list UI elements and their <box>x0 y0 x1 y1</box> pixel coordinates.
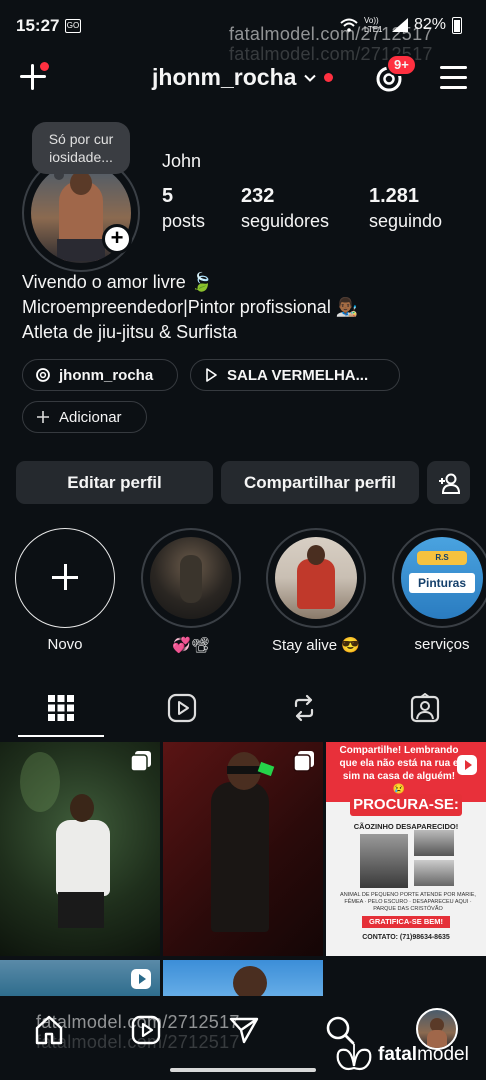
post-thumbnail[interactable] <box>0 960 160 1000</box>
poster-photo <box>414 860 454 886</box>
post-thumbnail[interactable] <box>163 742 323 956</box>
poster-reward: GRATIFICA-SE BEM! <box>362 916 450 928</box>
link-chip-label: SALA VERMELHA... <box>227 366 369 384</box>
post-thumbnail[interactable] <box>0 742 160 956</box>
watermark-text-faint: fatalmodel.com/2712517 <box>36 1032 240 1052</box>
stat-value: 232 <box>241 185 275 207</box>
poster-photo <box>414 830 454 856</box>
highlight-label: Stay alive 😎 <box>272 637 360 654</box>
highlight-ring <box>266 528 366 628</box>
highlight-ring <box>141 528 241 628</box>
highlight-label: Novo <box>47 636 83 653</box>
post-thumbnail[interactable]: Compartilhe! Lembrando que ela não está … <box>326 742 486 956</box>
app-notification-icon: GO <box>65 19 81 33</box>
poster-contact: CONTATO: (71)98634-8635 <box>362 934 450 941</box>
watermark-text: fatalmodel.com/2712517 <box>229 24 433 44</box>
repost-icon <box>294 694 313 722</box>
threads-chip[interactable]: jhonm_rocha <box>22 359 178 391</box>
add-story-icon[interactable]: + <box>102 224 132 254</box>
stat-posts[interactable]: 5 posts <box>162 185 205 232</box>
profile-tabs <box>0 680 486 738</box>
threads-icon <box>36 368 50 382</box>
highlight-item[interactable]: R.S Pinturas serviços <box>392 528 486 653</box>
tab-grid[interactable] <box>0 680 121 736</box>
account-notification-dot <box>324 73 334 82</box>
tab-reels[interactable] <box>121 680 242 736</box>
profile-header: jhonm_rocha 9+ <box>0 54 486 104</box>
highlight-cover <box>150 537 232 619</box>
threads-chip-label: jhonm_rocha <box>59 366 154 384</box>
stat-label: seguindo <box>369 211 443 231</box>
account-switcher[interactable]: jhonm_rocha <box>152 64 334 91</box>
highlight-ring <box>15 528 115 628</box>
highlight-label: 💞📽 <box>172 637 210 654</box>
carousel-icon <box>293 751 314 772</box>
notification-badge: 9+ <box>386 54 417 76</box>
add-person-icon <box>438 473 460 494</box>
tab-tagged[interactable] <box>364 680 485 736</box>
chevron-down-icon <box>304 74 317 82</box>
active-tab-indicator <box>18 735 104 737</box>
highlight-item[interactable]: 💞📽 <box>141 528 241 654</box>
menu-icon[interactable] <box>440 66 467 90</box>
reel-icon <box>131 969 151 989</box>
plus-icon <box>37 411 49 423</box>
bio-line: Microempreendedor|Pintor profissional 👨🏾… <box>22 297 359 317</box>
bio-line: Vivendo o amor livre 🍃 <box>22 272 214 292</box>
stat-label: posts <box>162 211 206 231</box>
highlight-ring: R.S Pinturas <box>392 528 486 628</box>
display-name: John <box>162 151 202 171</box>
bio-line: Atleta de jiu-jitsu & Surfista <box>22 322 238 342</box>
butterfly-logo-icon <box>336 1044 372 1071</box>
note-bubble[interactable]: Só por cur iosidade... <box>32 122 130 180</box>
tagged-icon <box>410 693 439 723</box>
plus-icon <box>52 564 78 590</box>
highlight-new[interactable]: Novo <box>15 528 115 653</box>
poster-subtitle: CÃOZINHO DESAPARECIDO! <box>353 822 459 831</box>
bio: Vivendo o amor livre 🍃 Microempreendedor… <box>22 270 358 345</box>
stat-followers[interactable]: 232 seguidores <box>241 185 329 232</box>
highlight-art-text: R.S <box>417 551 467 565</box>
brand-text-light: model <box>417 1044 469 1065</box>
stat-following[interactable]: 1.281 seguindo <box>369 185 442 232</box>
poster-title: PROCURA-SE: <box>350 794 462 816</box>
link-chip[interactable]: SALA VERMELHA... <box>190 359 400 391</box>
play-icon <box>206 368 217 382</box>
highlight-label: serviços <box>414 636 470 653</box>
username: jhonm_rocha <box>152 64 297 90</box>
tab-reposts[interactable] <box>243 680 364 736</box>
carousel-icon <box>130 751 151 772</box>
poster-description: ANIMAL DE PEQUENO PORTE ATENDE POR MARIE… <box>340 892 476 912</box>
add-chip-label: Adicionar <box>59 408 122 426</box>
stat-value: 5 <box>162 185 174 207</box>
status-time: 15:27 <box>16 16 60 35</box>
discover-people-button[interactable] <box>427 461 470 504</box>
highlight-cover: R.S Pinturas <box>401 537 483 619</box>
home-indicator[interactable] <box>170 1068 316 1072</box>
brand-text-bold: fatal <box>378 1044 418 1065</box>
battery-icon <box>452 16 462 34</box>
watermark-text: fatalmodel.com/2712517 <box>36 1012 240 1032</box>
grid-icon <box>47 695 74 721</box>
stat-value: 1.281 <box>369 185 420 207</box>
reels-icon <box>167 693 196 723</box>
edit-profile-button[interactable]: Editar perfil <box>16 461 213 504</box>
post-thumbnail[interactable] <box>163 960 323 1000</box>
add-chip[interactable]: Adicionar <box>22 401 147 433</box>
highlight-cover <box>275 537 357 619</box>
brand-logo: fatal model <box>334 1038 469 1072</box>
highlight-art-text: Pinturas <box>409 573 475 593</box>
reel-icon <box>457 755 477 775</box>
highlight-item[interactable]: Stay alive 😎 <box>266 528 366 654</box>
poster-photo <box>360 834 408 888</box>
stat-label: seguidores <box>241 211 330 231</box>
share-profile-button[interactable]: Compartilhar perfil <box>221 461 419 504</box>
create-notification-dot <box>40 62 49 71</box>
